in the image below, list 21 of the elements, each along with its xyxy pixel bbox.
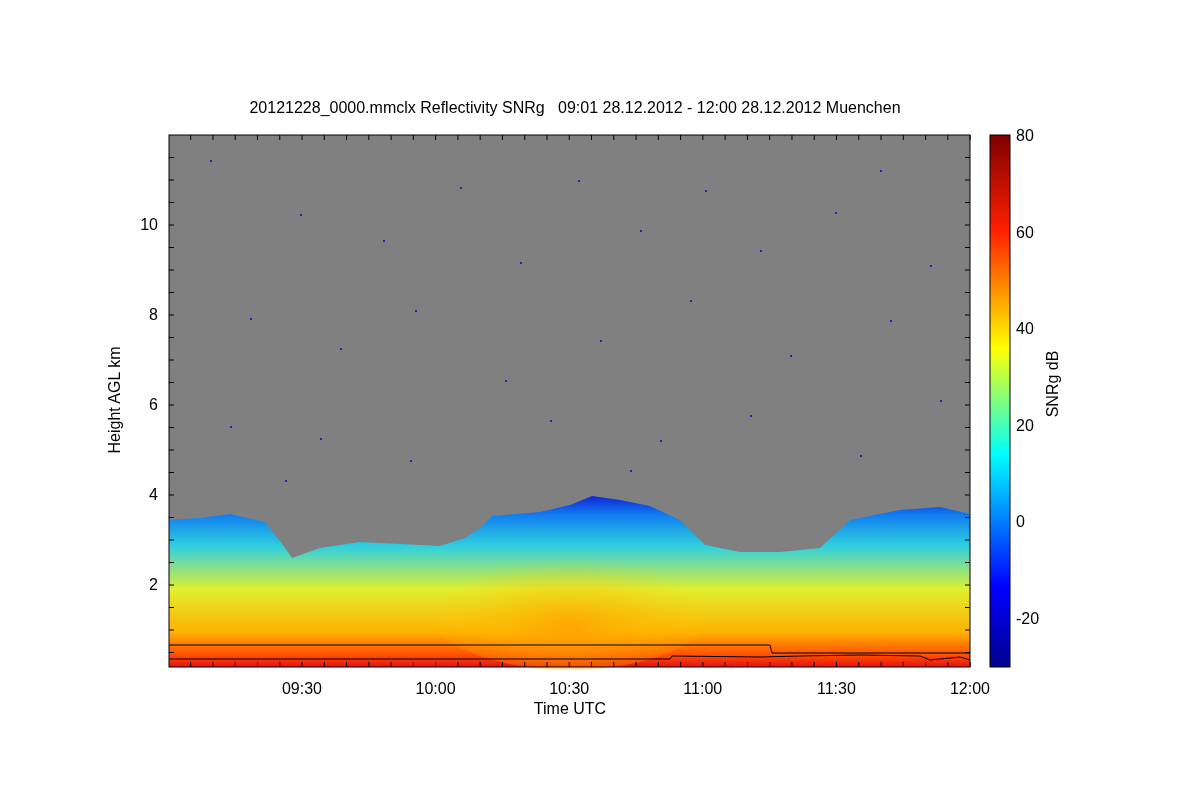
colorbar-tick-label: -20 (1016, 609, 1040, 627)
y-tick-label: 4 (149, 486, 158, 503)
x-tick-label: 11:30 (816, 680, 856, 697)
x-tick-label: 09:30 (282, 680, 322, 697)
plot-title: 20121228_0000.mmclx Reflectivity SNRg 09:01 28.12.2012 - 12:00 28.12.2012 Muenchen (249, 99, 901, 116)
x-tick-label: 10:00 (415, 680, 456, 697)
colorbar-label: SNRg dB (1044, 350, 1061, 418)
colorbar-tick-label: 0 (1016, 513, 1025, 530)
x-tick-label: 12:00 (950, 680, 990, 697)
y-axis-label: Height AGL km (106, 346, 123, 454)
y-tick-label: 10 (140, 216, 158, 233)
y-tick-label: 8 (149, 306, 158, 323)
y-tick-label: 2 (149, 576, 158, 593)
y-tick-label: 6 (149, 396, 158, 413)
colorbar-tick-label: 80 (1016, 127, 1034, 144)
colorbar-tick-label: 20 (1016, 416, 1034, 434)
x-tick-label: 10:30 (549, 680, 590, 697)
x-axis-label: Time UTC (533, 700, 607, 717)
colorbar-tick-label: 40 (1016, 320, 1034, 337)
colorbar-tick-label: 60 (1016, 223, 1034, 241)
x-tick-label: 11:00 (683, 680, 723, 697)
